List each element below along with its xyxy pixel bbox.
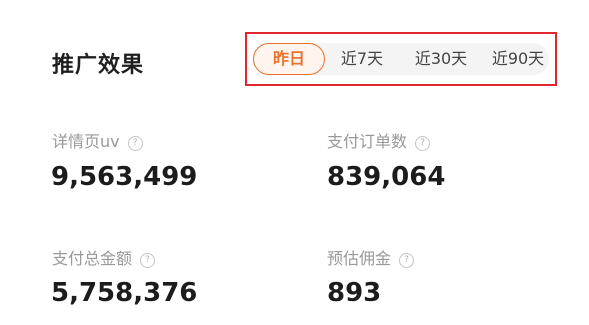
date-range-tabs: 昨日 近7天 近30天 近90天: [253, 43, 549, 75]
metric-label-text: 支付订单数: [327, 132, 408, 151]
metric-label-detail-uv: 详情页uv?: [52, 128, 143, 152]
metric-value-paid-orders: 839,064: [327, 162, 446, 192]
metric-label-total-payment: 支付总金额?: [52, 245, 156, 269]
tab-last-90-days[interactable]: 近90天: [487, 43, 549, 75]
question-circle-icon[interactable]: ?: [415, 136, 431, 151]
tab-yesterday[interactable]: 昨日: [253, 43, 325, 75]
metric-label-text: 支付总金额: [52, 249, 133, 268]
tab-last-30-days[interactable]: 近30天: [411, 43, 471, 75]
metric-label-text: 详情页uv: [52, 132, 120, 151]
question-circle-icon[interactable]: ?: [140, 253, 156, 268]
page-title: 推广效果: [52, 53, 145, 78]
metric-label-text: 预估佣金: [327, 249, 392, 268]
metric-value-detail-uv: 9,563,499: [51, 162, 198, 192]
tab-last-7-days[interactable]: 近7天: [337, 43, 387, 75]
metric-value-estimated-commission: 893: [327, 278, 382, 308]
metric-label-estimated-commission: 预估佣金?: [327, 245, 415, 269]
question-circle-icon[interactable]: ?: [127, 136, 143, 151]
question-circle-icon[interactable]: ?: [399, 253, 415, 268]
metric-value-total-payment: 5,758,376: [51, 278, 198, 308]
metric-label-paid-orders: 支付订单数?: [327, 128, 431, 152]
